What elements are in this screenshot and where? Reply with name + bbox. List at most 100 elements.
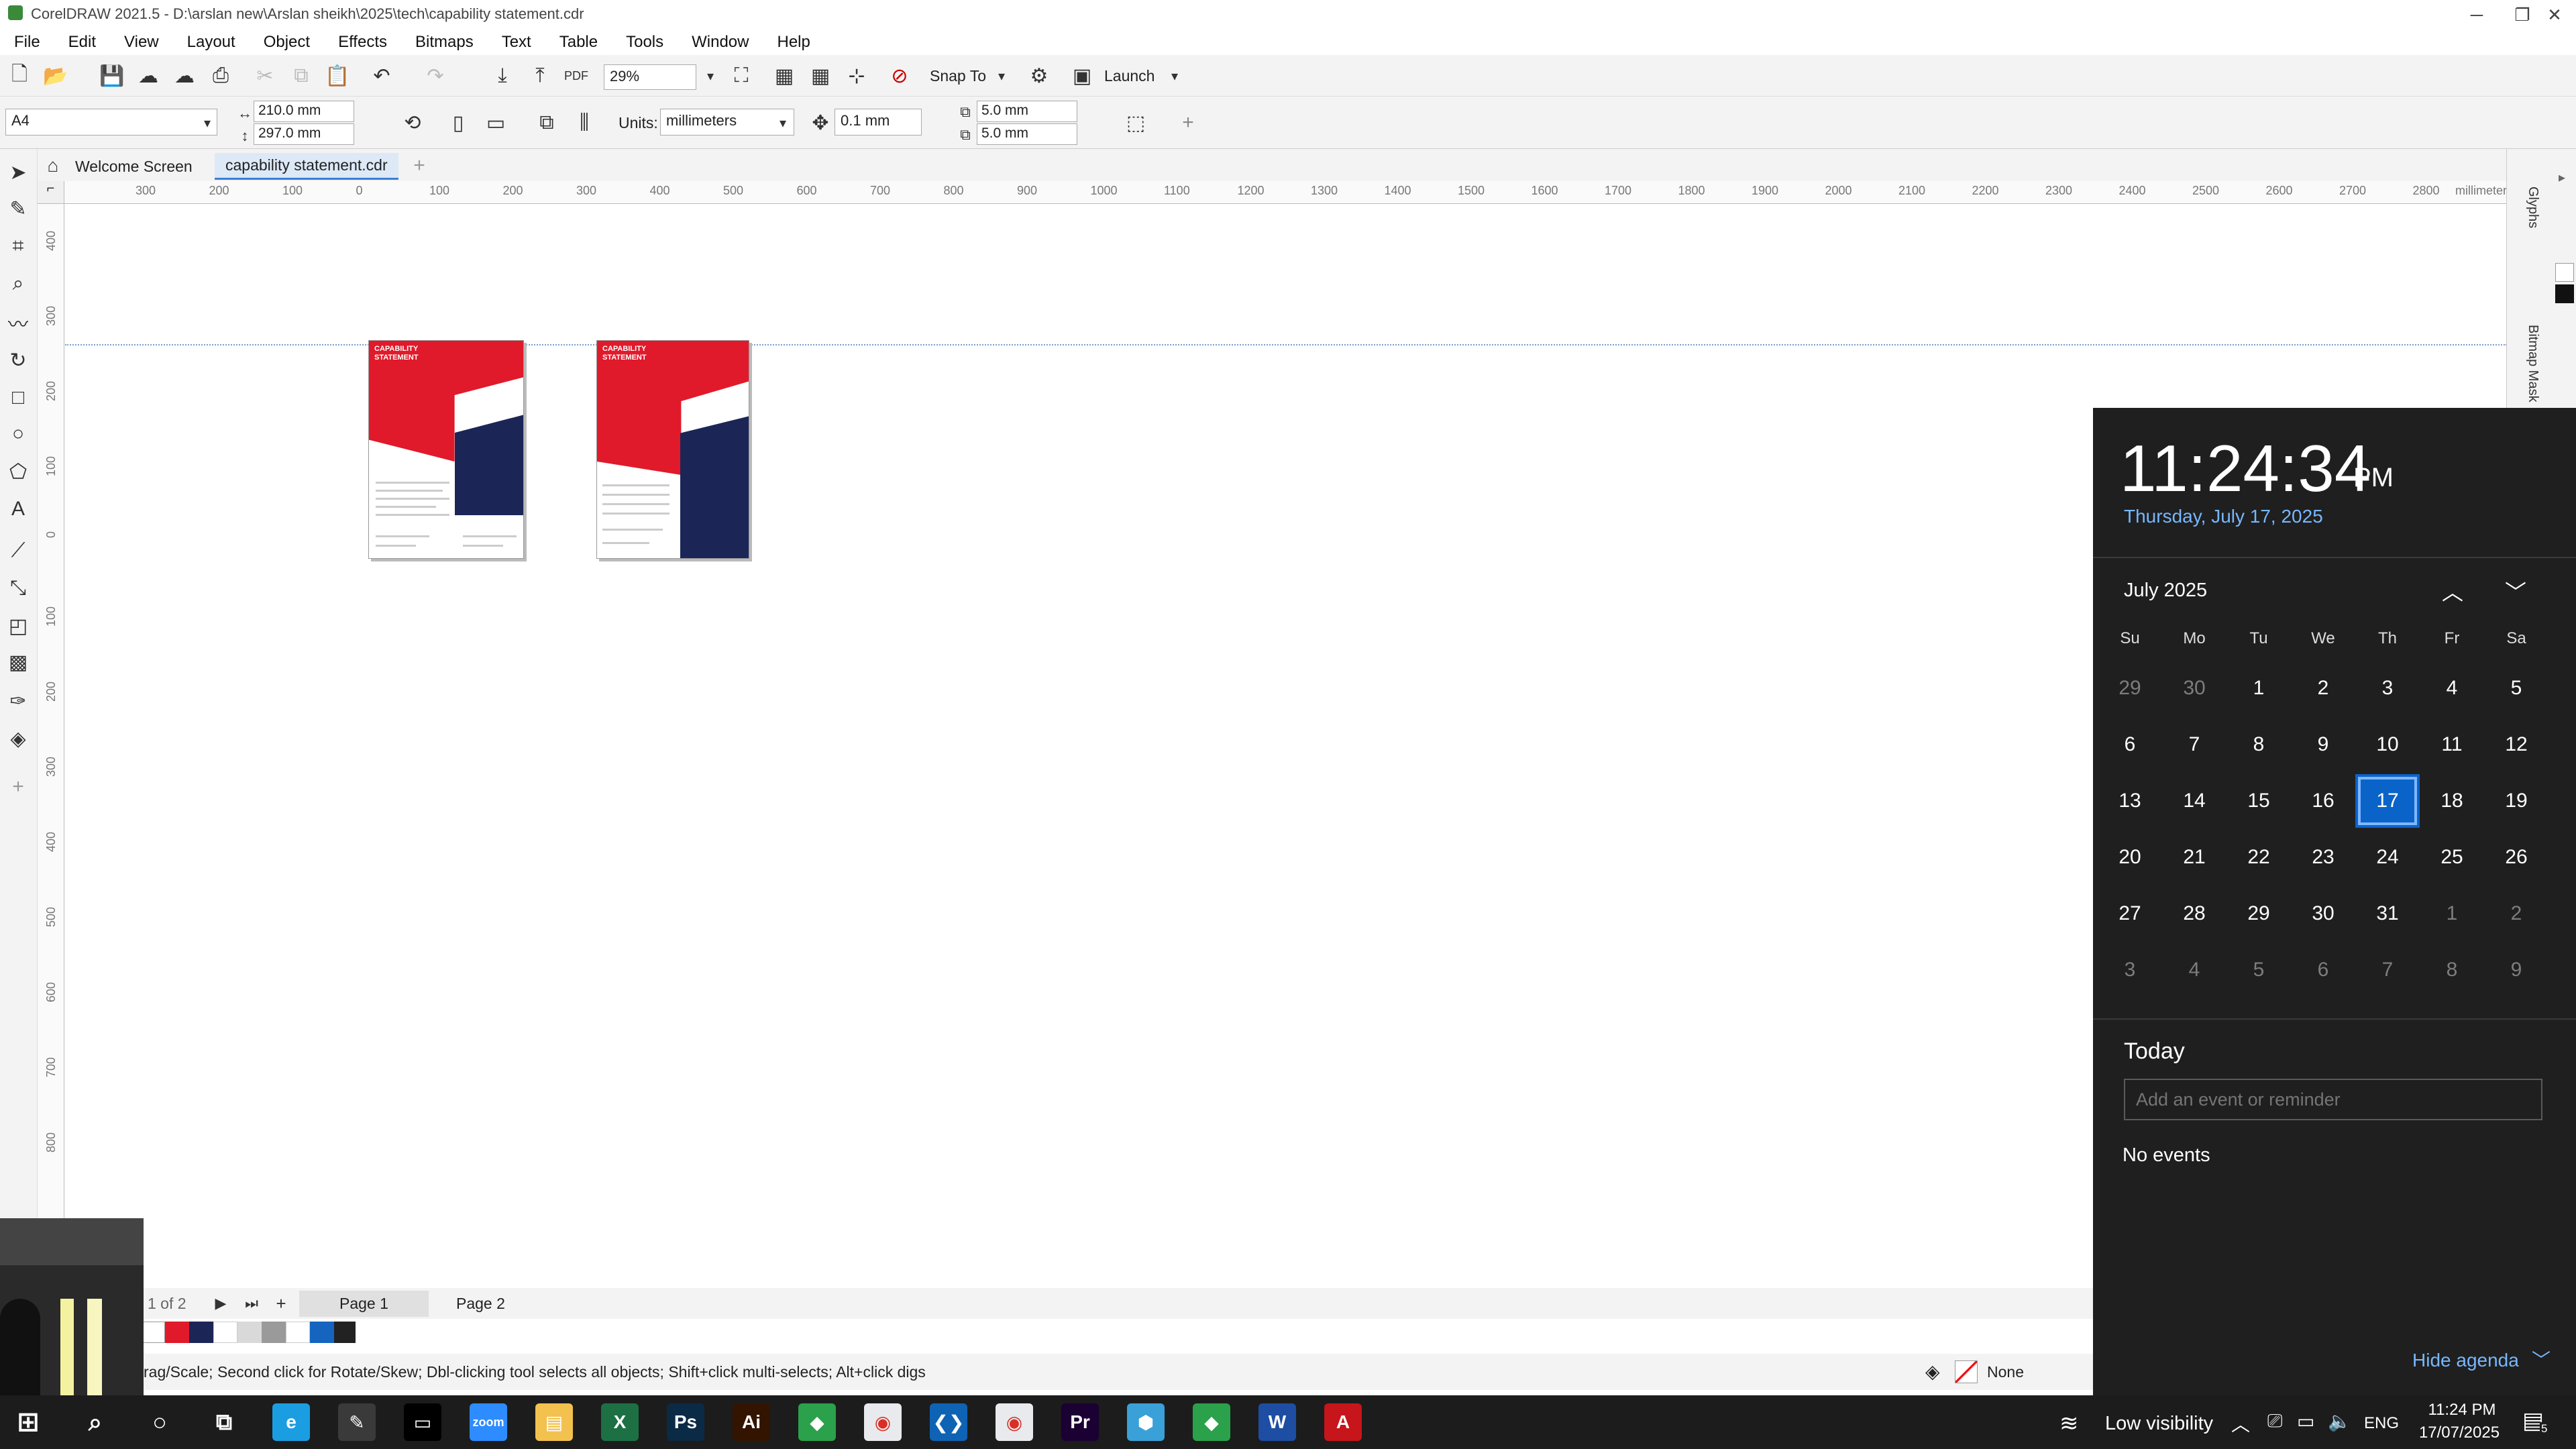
search-icon[interactable]: ⌕ [76,1403,114,1441]
menu-edit[interactable]: Edit [54,33,110,52]
horizontal-ruler[interactable]: 300 200 100 0 100 200 300 400 500 600 700 800 900 100… [64,181,2513,204]
taskbar-photoshop-icon[interactable]: Ps [667,1403,704,1441]
input-language[interactable]: ENG [2364,1414,2399,1433]
close-button[interactable]: ✕ [2533,0,2576,30]
taskbar-coreldraw-green-icon[interactable]: ◆ [798,1403,836,1441]
calendar-day[interactable]: 29 [2226,887,2291,941]
start-windows-icon[interactable]: ⊞ [9,1403,47,1441]
launch-chevron-icon[interactable]: ▾ [1162,63,1187,89]
tab-welcome-screen[interactable]: Welcome Screen [64,153,203,180]
palette-swatch[interactable] [334,1322,356,1343]
new-document-icon[interactable]: 🗋 [7,63,32,89]
page-height-input[interactable]: 297.0 mm [254,123,354,145]
calendar-day[interactable]: 7 [2355,943,2420,997]
show-grid-icon[interactable]: ▦ [808,63,833,89]
glyphs-docker-tab[interactable]: Glyphs [2514,186,2540,254]
ellipse-tool-icon[interactable]: ○ [5,421,31,447]
calendar-day[interactable]: 13 [2098,774,2162,828]
hide-agenda-link[interactable]: Hide agenda [2412,1350,2519,1371]
page-2-tab[interactable]: Page 2 [429,1291,532,1317]
calendar-day[interactable]: 4 [2420,661,2484,715]
bleed-icon[interactable]: ⫼ [572,110,597,136]
pdf-export-icon[interactable]: PDF [564,63,589,89]
treat-as-filled-icon[interactable]: ⬚ [1123,110,1148,136]
shape-tool-icon[interactable]: ✎ [5,196,31,221]
taskbar-vscode-icon[interactable]: ❮❯ [930,1403,967,1441]
palette-swatch[interactable] [213,1322,237,1343]
tab-capability-statement[interactable]: capability statement.cdr [215,153,398,180]
page-1-artwork[interactable]: CAPABILITY STATEMENT [368,340,524,559]
nudge-distance-input[interactable]: 0.1 mm [835,109,922,136]
calendar-day[interactable]: 8 [2420,943,2484,997]
palette-swatch[interactable] [286,1322,310,1343]
taskbar-zoom-icon[interactable]: zoom [470,1403,507,1441]
snap-to-chevron-icon[interactable]: ▾ [989,63,1014,89]
home-icon[interactable]: ⌂ [40,153,66,178]
calendar-day[interactable]: 1 [2226,661,2291,715]
palette-swatch[interactable] [189,1322,213,1343]
menu-text[interactable]: Text [488,33,545,52]
cloud-save-icon[interactable]: ☁ [172,63,197,89]
connector-tool-icon[interactable]: ⤡ [5,576,31,601]
taskbar-pen-icon[interactable]: ✎ [338,1403,376,1441]
add-page-icon[interactable]: + [268,1291,294,1316]
last-page-icon[interactable]: ⏭ [239,1291,264,1316]
transparency-tool-icon[interactable]: ▩ [5,649,31,675]
crop-tool-icon[interactable]: ⌗ [5,233,31,259]
calendar-day[interactable]: 7 [2162,718,2226,771]
taskbar-excel-icon[interactable]: X [601,1403,639,1441]
calendar-day[interactable]: 8 [2226,718,2291,771]
taskbar-date[interactable]: 17/07/2025 [2412,1424,2506,1442]
calendar-day[interactable]: 30 [2291,887,2355,941]
calendar-day[interactable]: 23 [2291,830,2355,884]
calendar-day[interactable]: 4 [2162,943,2226,997]
calendar-day[interactable]: 26 [2484,830,2548,884]
calendar-day[interactable]: 5 [2226,943,2291,997]
export-icon[interactable]: ⤒ [527,63,553,89]
launch-icon[interactable]: ▣ [1069,63,1095,89]
calendar-day[interactable]: 3 [2355,661,2420,715]
calendar-day[interactable]: 9 [2291,718,2355,771]
rectangle-tool-icon[interactable]: □ [5,385,31,411]
zoom-level-input[interactable]: 29% [604,64,696,90]
taskbar-edge-icon[interactable]: e [272,1403,310,1441]
hide-agenda-chevron-icon[interactable]: ﹀ [2532,1346,2551,1373]
calendar-day[interactable]: 14 [2162,774,2226,828]
add-tool-icon[interactable]: + [5,774,31,800]
taskbar-premiere-icon[interactable]: Pr [1061,1403,1099,1441]
duplicate-x-input[interactable]: 5.0 mm [977,101,1077,122]
task-view-icon[interactable]: ⧉ [205,1403,243,1441]
zoom-tool-icon[interactable]: ⌕ [5,271,31,297]
artistic-media-tool-icon[interactable]: ↻ [5,347,31,373]
portrait-icon[interactable]: ▯ [445,110,471,136]
cortana-icon[interactable]: ○ [141,1403,178,1441]
calendar-day[interactable]: 12 [2484,718,2548,771]
calendar-day[interactable]: 2 [2484,887,2548,941]
landscape-icon[interactable]: ▭ [483,110,508,136]
duplicate-y-input[interactable]: 5.0 mm [977,123,1077,145]
import-icon[interactable]: ⤓ [490,63,515,89]
menu-layout[interactable]: Layout [173,33,250,52]
calendar-day[interactable]: 15 [2226,774,2291,828]
calendar-day-today[interactable]: 17 [2355,774,2420,828]
volume-icon[interactable]: 🔈 [2328,1410,2351,1432]
pick-tool-icon[interactable]: ➤ [5,160,31,185]
menu-bitmaps[interactable]: Bitmaps [401,33,488,52]
print-icon[interactable]: ⎙ [208,63,233,89]
taskbar-acrobat-icon[interactable]: A [1324,1403,1362,1441]
no-fill-swatch[interactable] [1955,1360,1978,1383]
copy-icon[interactable]: ⧉ [288,63,314,89]
menu-view[interactable]: View [110,33,173,52]
calendar-day[interactable]: 18 [2420,774,2484,828]
cloud-upload-icon[interactable]: ☁ [136,63,161,89]
new-tab-icon[interactable]: + [407,153,432,178]
page-2-artwork[interactable]: CAPABILITY STATEMENT [596,340,749,559]
calendar-month[interactable]: July 2025 [2124,580,2207,602]
calendar-day[interactable]: 31 [2355,887,2420,941]
zoom-dropdown-chevron-icon[interactable]: ▾ [698,63,723,89]
undo-icon[interactable]: ↶ [369,63,394,89]
show-guidelines-icon[interactable]: ⊹ [844,63,869,89]
eyedropper-tool-icon[interactable]: ✑ [5,688,31,714]
menu-effects[interactable]: Effects [324,33,401,52]
previous-month-chevron-up-icon[interactable]: ︿ [2442,576,2463,606]
